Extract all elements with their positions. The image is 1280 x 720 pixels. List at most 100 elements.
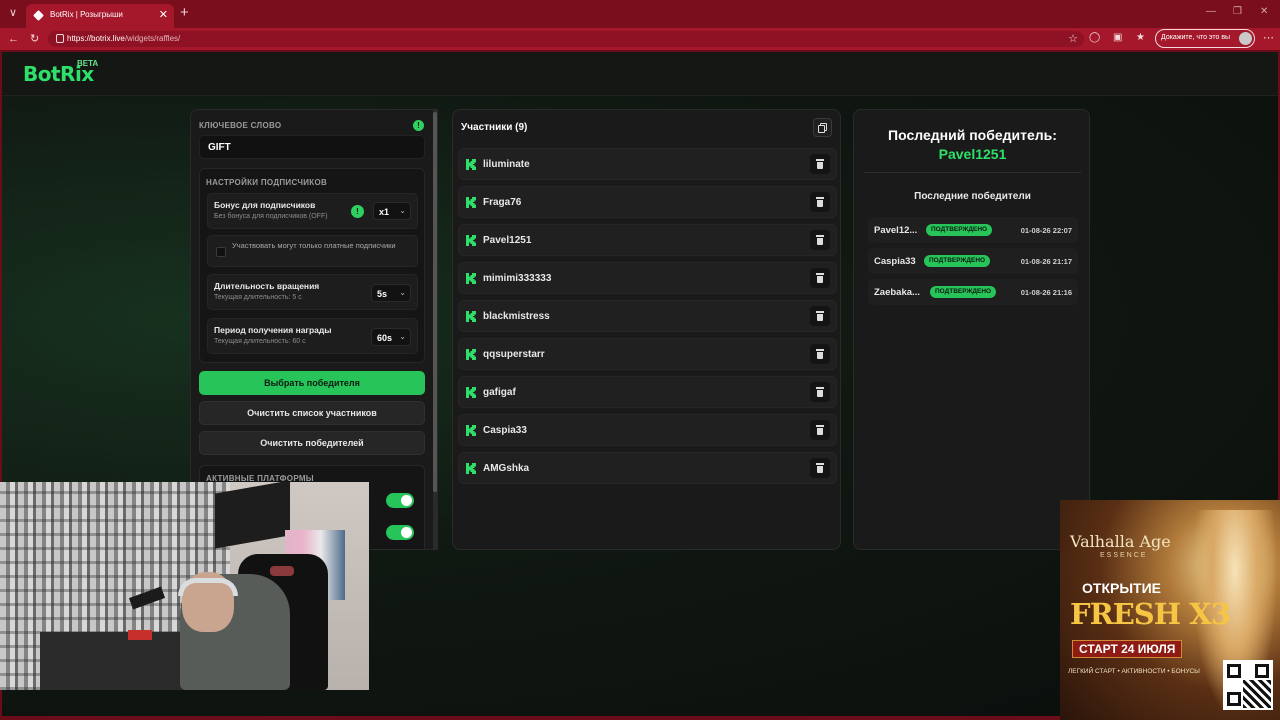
- last-winner-name: Pavel1251: [938, 146, 1007, 162]
- participant-row: Fraga76: [458, 186, 837, 218]
- participant-name: qqsuperstarr: [483, 349, 545, 360]
- pick-winner-button[interactable]: Выбрать победителя: [199, 371, 425, 395]
- subscriber-settings: НАСТРОЙКИ ПОДПИСЧИКОВ Бонус для подписчи…: [199, 168, 425, 363]
- tab-close-icon[interactable]: ✕: [159, 8, 168, 21]
- avatar: [1239, 32, 1252, 45]
- participant-row: liluminate: [458, 148, 837, 180]
- ad-start-date: СТАРТ 24 ИЮЛЯ: [1072, 640, 1183, 658]
- profile-label: Докажите, что это вы: [1161, 34, 1231, 41]
- divider: [864, 172, 1081, 173]
- ad-brand: Valhalla Age: [1070, 532, 1171, 551]
- extension-icon[interactable]: ◯: [1089, 32, 1100, 43]
- participant-row: Pavel1251: [458, 224, 837, 256]
- url-path: /widgets/raffles/: [124, 34, 181, 43]
- participant-row: mimimi333333: [458, 262, 837, 294]
- paid-only-label: Участвовать могут только платные подписч…: [232, 241, 396, 250]
- reload-icon[interactable]: ↻: [30, 32, 39, 46]
- reward-value: 60s: [377, 333, 393, 343]
- winner-row: Caspia33 ПОДТВЕРЖДЕНО 01-08-26 21:17: [868, 248, 1078, 274]
- delete-trash-icon[interactable]: [810, 154, 830, 174]
- bookmark-star-icon[interactable]: ☆: [1068, 32, 1078, 45]
- bonus-select[interactable]: x1 ⌄: [373, 202, 411, 220]
- delete-trash-icon[interactable]: [810, 268, 830, 288]
- maximize-icon[interactable]: ❐: [1233, 6, 1242, 17]
- scrollbar[interactable]: [433, 110, 437, 549]
- kick-logo-icon: [466, 235, 476, 246]
- qr-code-icon: [1223, 660, 1273, 710]
- participant-name: blackmistress: [483, 311, 550, 322]
- ad-tagline: ЛЕГКИЙ СТАРТ • АКТИВНОСТИ • БОНУСЫ: [1068, 668, 1200, 675]
- minimize-icon[interactable]: —: [1206, 6, 1216, 17]
- status-badge: ПОДТВЕРЖДЕНО: [924, 255, 991, 267]
- bonus-label: Бонус для подписчиков: [214, 200, 316, 210]
- delete-trash-icon[interactable]: [810, 192, 830, 212]
- keyword-input[interactable]: GIFT: [199, 135, 425, 159]
- recent-winners-title: Последние победители: [914, 191, 1031, 202]
- favicon-icon: [33, 10, 44, 21]
- participant-name: AMGshka: [483, 463, 530, 474]
- toggle-knob: [401, 495, 412, 506]
- reward-label: Период получения награды: [214, 325, 332, 335]
- favorites-icon[interactable]: ★: [1136, 32, 1145, 43]
- spin-duration-row: Длительность вращения Текущая длительнос…: [207, 274, 418, 310]
- kick-logo-icon: [466, 159, 476, 170]
- winner-date: 01-08-26 21:16: [1020, 288, 1072, 297]
- tab-title: BotRix | Розыгрыши: [50, 10, 123, 19]
- participants-panel: Участники (9) liluminate Fraga76 Pavel1251…: [452, 109, 841, 550]
- clear-participants-button[interactable]: Очистить список участников: [199, 401, 425, 425]
- ad-opening: ОТКРЫТИЕ: [1082, 580, 1161, 596]
- last-winner-title: Последний победитель:: [888, 127, 1057, 143]
- delete-trash-icon[interactable]: [810, 458, 830, 478]
- delete-trash-icon[interactable]: [810, 382, 830, 402]
- spin-value: 5s: [377, 289, 388, 299]
- lock-icon: [56, 34, 64, 43]
- delete-trash-icon[interactable]: [810, 344, 830, 364]
- back-arrow-icon[interactable]: ←: [8, 32, 19, 46]
- participant-name: liluminate: [483, 159, 530, 170]
- tab-list-chevron-icon[interactable]: ∨: [6, 6, 20, 20]
- spin-sub: Текущая длительность: 5 с: [214, 294, 302, 301]
- status-badge: ПОДТВЕРЖДЕНО: [926, 224, 993, 236]
- url-host: https://botrix.live: [67, 34, 125, 43]
- advertisement-banner[interactable]: Valhalla Age ESSENCE ОТКРЫТИЕ FRESH X3 С…: [1060, 500, 1280, 720]
- toggle-knob: [401, 527, 412, 538]
- delete-trash-icon[interactable]: [810, 306, 830, 326]
- subscriber-settings-title: НАСТРОЙКИ ПОДПИСЧИКОВ: [206, 178, 328, 187]
- kick-logo-icon: [466, 273, 476, 284]
- spin-label: Длительность вращения: [214, 281, 320, 291]
- delete-trash-icon[interactable]: [810, 230, 830, 250]
- platform-toggle[interactable]: [386, 525, 414, 540]
- address-bar[interactable]: https://botrix.live/widgets/raffles/ ☆: [48, 31, 1084, 47]
- window-close-icon[interactable]: ✕: [1260, 6, 1268, 17]
- reward-period-select[interactable]: 60s ⌄: [371, 328, 411, 346]
- app-header: BotRix BETA: [2, 52, 1278, 96]
- tab-split-icon[interactable]: ▣: [1113, 32, 1122, 43]
- participant-name: gafigaf: [483, 387, 516, 398]
- spin-duration-select[interactable]: 5s ⌄: [371, 284, 411, 302]
- profile-button[interactable]: Докажите, что это вы: [1155, 29, 1255, 48]
- copy-icon[interactable]: [813, 118, 832, 137]
- chevron-down-icon: ⌄: [399, 206, 406, 215]
- winner-name: Zaebaka...: [874, 287, 920, 298]
- kick-logo-icon: [466, 197, 476, 208]
- more-menu-icon[interactable]: ⋯: [1263, 31, 1274, 44]
- participant-row: qqsuperstarr: [458, 338, 837, 370]
- scroll-thumb[interactable]: [433, 112, 437, 492]
- participants-title: Участники (9): [461, 122, 528, 133]
- webcam-overlay: [0, 482, 369, 690]
- browser-tab[interactable]: BotRix | Розыгрыши ✕: [26, 4, 174, 28]
- paid-only-checkbox[interactable]: [216, 247, 226, 257]
- winner-row: Pavel12... ПОДТВЕРЖДЕНО 01-08-26 22:07: [868, 217, 1078, 243]
- new-tab-plus-icon[interactable]: +: [180, 5, 189, 21]
- kick-logo-icon: [466, 349, 476, 360]
- platform-toggle[interactable]: [386, 493, 414, 508]
- keyword-label: КЛЮЧЕВОЕ СЛОВО: [199, 121, 282, 130]
- info-icon[interactable]: !: [413, 120, 424, 131]
- delete-trash-icon[interactable]: [810, 420, 830, 440]
- clear-winners-button[interactable]: Очистить победителей: [199, 431, 425, 455]
- participant-name: Pavel1251: [483, 235, 532, 246]
- beta-badge: BETA: [77, 59, 99, 68]
- bonus-info-icon[interactable]: !: [351, 205, 364, 218]
- paid-only-row[interactable]: Участвовать могут только платные подписч…: [207, 235, 418, 267]
- participant-row: Caspia33: [458, 414, 837, 446]
